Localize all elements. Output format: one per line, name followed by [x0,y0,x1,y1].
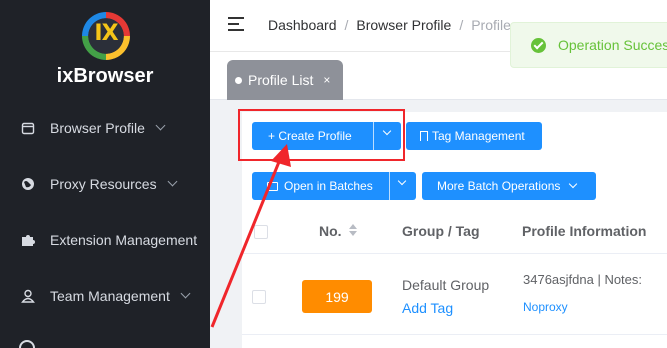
menu-toggle-icon[interactable] [228,17,244,31]
chevron-down-icon [569,179,578,189]
tag-management-button[interactable]: Tag Management [406,122,542,150]
select-all-checkbox[interactable] [254,225,268,239]
breadcrumb-browser-profile[interactable]: Browser Profile [356,17,451,33]
sidebar-item-browser-profile[interactable]: Browser Profile [0,112,210,144]
sidebar-item-proxy-resources[interactable]: Proxy Resources [0,168,210,200]
puzzle-icon [21,233,35,247]
row-checkbox[interactable] [252,290,266,304]
breadcrumb: Dashboard / Browser Profile / Profile [268,17,511,33]
sidebar-item-extension-management[interactable]: Extension Management [0,224,210,256]
add-tag-link[interactable]: Add Tag [402,300,453,316]
more-batch-operations-label: More Batch Operations [437,179,561,193]
sidebar-item-team-management[interactable]: Team Management [0,280,210,312]
chevron-down-icon[interactable] [397,176,407,186]
sidebar: IX ixBrowser Browser Profile Proxy Resou… [0,0,210,348]
sidebar-item-label: Proxy Resources [50,176,157,192]
tab-label: Profile List [248,72,314,88]
breadcrumb-dashboard[interactable]: Dashboard [268,17,337,33]
proxy-link[interactable]: Noproxy [523,300,568,314]
table-header: No. Group / Tag Profile Information [242,208,667,254]
active-dot-icon [235,76,242,84]
sidebar-item-label: Browser Profile [50,120,145,136]
group-name: Default Group [402,277,490,293]
user-icon [21,289,35,303]
open-in-batches-button[interactable]: Open in Batches [252,172,416,200]
close-icon[interactable]: × [323,73,330,87]
open-in-batches-label: Open in Batches [284,179,373,193]
tag-management-label: Tag Management [432,129,525,143]
check-circle-icon [531,37,546,53]
chevron-down-icon [167,176,178,187]
calendar-icon [21,121,35,135]
ixbrowser-logo: IX [82,12,130,60]
globe-icon [21,177,35,191]
profile-info-text: 3476asjfdna | Notes: [523,272,643,287]
column-group-tag: Group / Tag [402,223,480,239]
sort-icon[interactable] [348,223,358,237]
sidebar-item-label: Extension Management [50,232,198,248]
toast-message: Operation Success [558,37,667,53]
breadcrumb-profile: Profile [471,17,511,33]
column-no[interactable]: No. [319,223,342,239]
table-row: 199 Default Group Add Tag 3476asjfdna | … [242,255,667,335]
sidebar-item-label: Team Management [50,288,170,304]
logo-text: IX [94,21,118,46]
bookmark-icon [420,131,428,141]
settings-icon[interactable] [19,340,35,348]
folder-icon [267,181,278,191]
chevron-down-icon [155,120,166,131]
column-profile-information: Profile Information [522,223,647,239]
more-batch-operations-button[interactable]: More Batch Operations [422,172,596,200]
chevron-down-icon [180,288,191,299]
tab-profile-list[interactable]: Profile List × [227,60,343,100]
brand-name: ixBrowser [56,65,154,87]
profile-number-badge: 199 [302,280,372,313]
success-toast: Operation Success [510,22,667,68]
highlight-box [238,109,405,161]
